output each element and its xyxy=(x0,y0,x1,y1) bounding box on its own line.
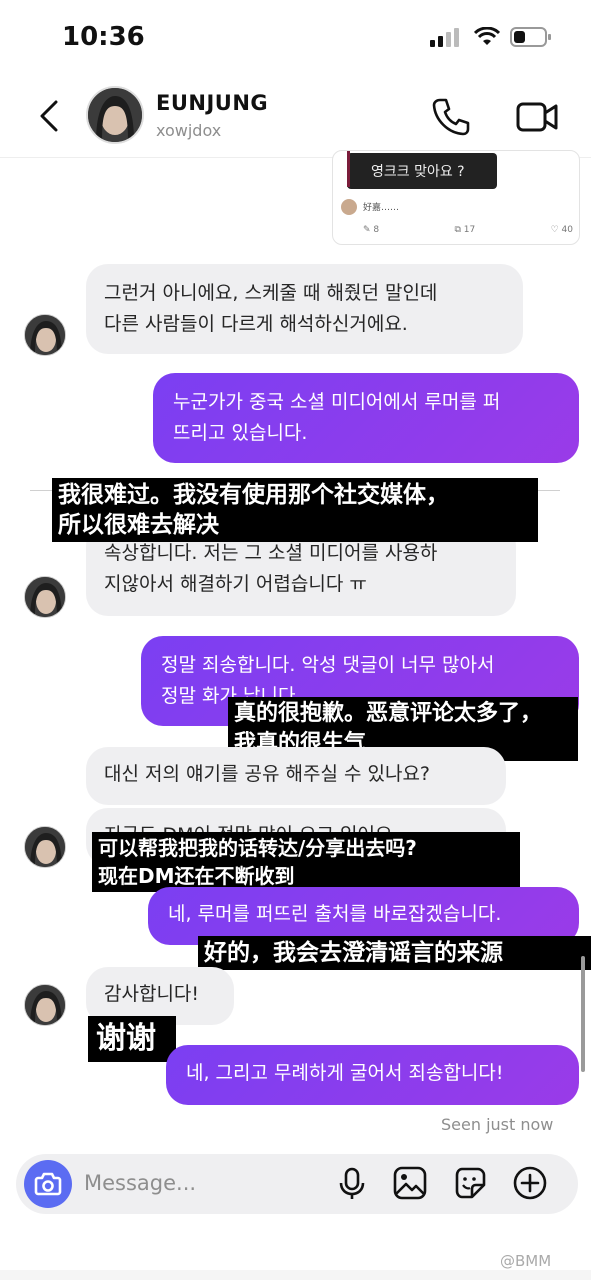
battery-icon xyxy=(510,27,551,47)
contact-avatar[interactable] xyxy=(86,86,144,144)
scrollbar[interactable] xyxy=(581,956,585,1072)
shared-post-card[interactable]: 영크크 맞아요 ? 好嘉…… ✎ 8 ⧉ 17 ♡ 40 xyxy=(332,150,580,245)
sender-avatar[interactable] xyxy=(24,314,66,356)
contact-name[interactable]: EUNJUNG xyxy=(156,91,268,115)
share-count: ⧉ 17 xyxy=(454,225,476,235)
subtitle-caption: 好的，我会去澄清谣言的来源 xyxy=(198,936,591,970)
watermark: @BMM xyxy=(500,1252,552,1270)
message-input[interactable] xyxy=(84,1166,284,1200)
status-time: 10:36 xyxy=(62,22,145,52)
shared-post-text: 영크크 맞아요 ? xyxy=(347,151,497,189)
shared-post-stats: ✎ 8 ⧉ 17 ♡ 40 xyxy=(363,225,573,235)
subtitle-caption: 谢谢 xyxy=(88,1016,176,1062)
gallery-icon[interactable] xyxy=(390,1163,430,1203)
sender-avatar[interactable] xyxy=(24,576,66,618)
sticker-icon[interactable] xyxy=(450,1163,490,1203)
comment-count: ✎ 8 xyxy=(363,225,380,235)
bottom-bar xyxy=(0,1270,591,1280)
status-icons xyxy=(430,26,552,48)
camera-button[interactable] xyxy=(24,1160,72,1208)
microphone-icon[interactable] xyxy=(332,1163,372,1203)
camera-icon xyxy=(34,1172,62,1196)
message-bubble: 대신 저의 얘기를 공유 해주실 수 있나요? xyxy=(86,747,506,805)
phone-icon[interactable] xyxy=(428,94,474,140)
wifi-icon xyxy=(474,27,500,45)
shared-post-comment: 好嘉…… xyxy=(363,203,400,213)
subtitle-caption: 可以帮我把我的话转达/分享出去吗? 现在DM还在不断收到 xyxy=(92,832,520,892)
contact-handle: xowjdox xyxy=(156,121,222,140)
sender-avatar[interactable] xyxy=(24,826,66,868)
shared-post-avatar xyxy=(341,199,357,215)
message-bubble: 누군가가 중국 소셜 미디어에서 루머를 퍼 뜨리고 있습니다. xyxy=(153,373,579,463)
seen-status: Seen just now xyxy=(441,1115,554,1134)
subtitle-caption: 我很难过。我没有使用那个社交媒体， 所以很难去解决 xyxy=(52,478,538,542)
signal-icon xyxy=(430,28,459,47)
back-icon[interactable] xyxy=(30,96,70,136)
message-bubble: 네, 그리고 무례하게 굴어서 죄송합니다! xyxy=(166,1045,579,1105)
message-bubble: 그런거 아니에요, 스케줄 때 해줬던 말인데 다른 사람들이 다르게 해석하신… xyxy=(86,264,523,354)
video-icon[interactable] xyxy=(512,94,562,140)
sender-avatar[interactable] xyxy=(24,984,66,1026)
plus-icon[interactable] xyxy=(510,1163,550,1203)
like-count: ♡ 40 xyxy=(550,225,573,235)
